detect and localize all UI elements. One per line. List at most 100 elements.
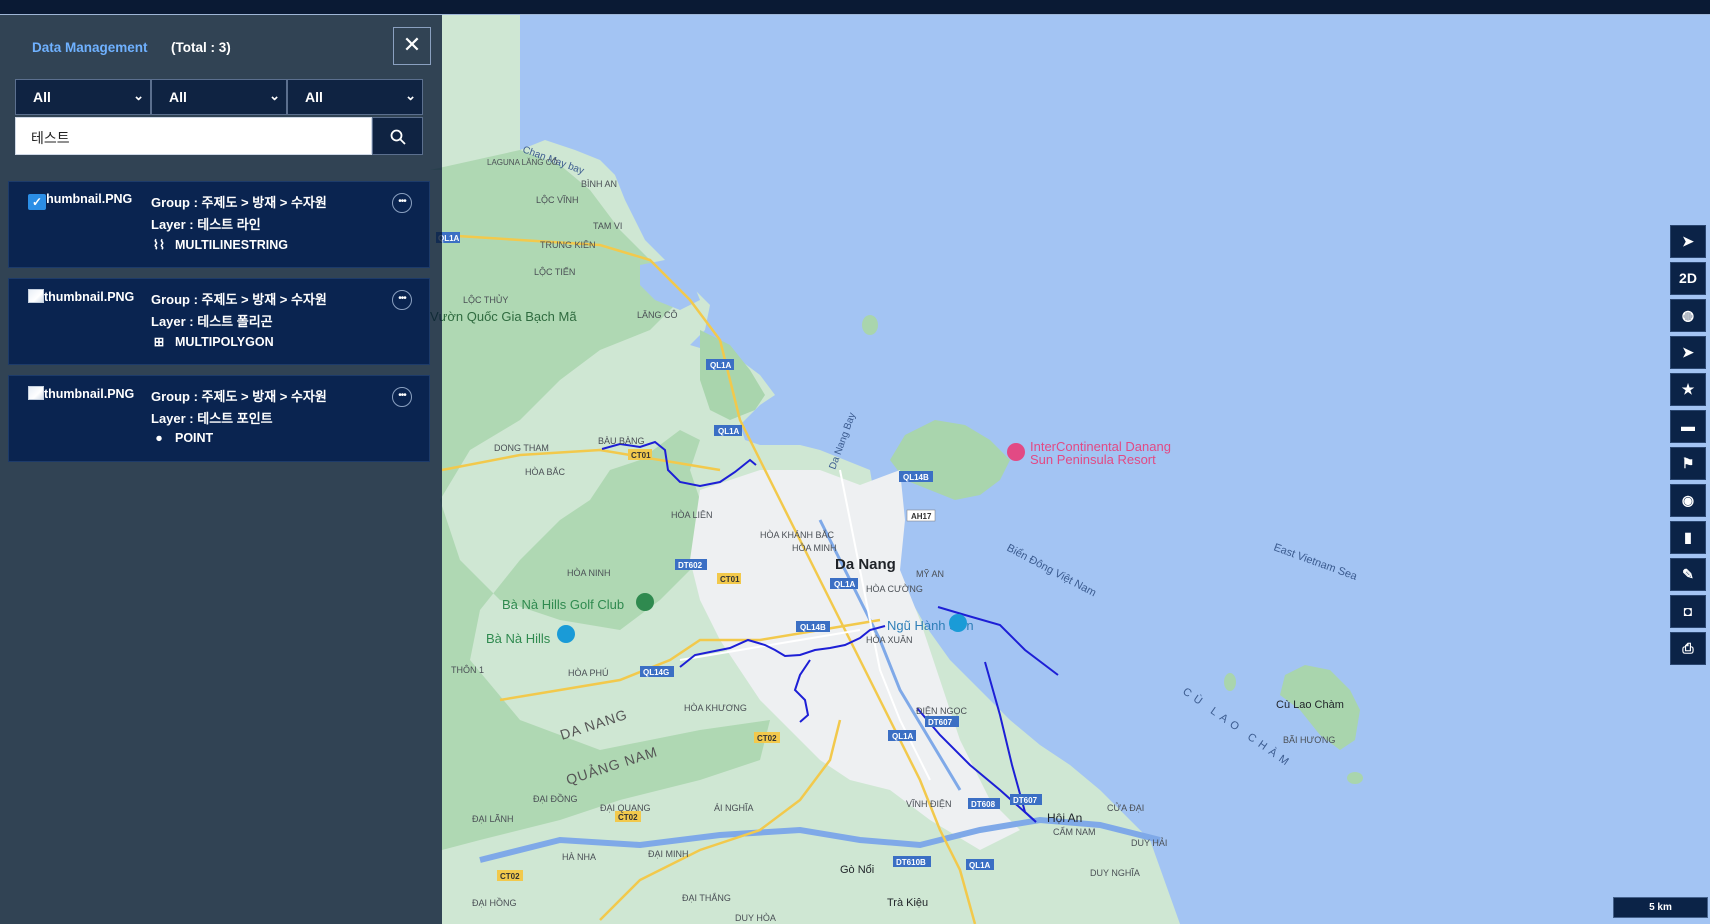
broken-image-icon (28, 289, 44, 303)
svg-text:TRUNG KIÊN: TRUNG KIÊN (540, 240, 596, 250)
svg-text:QL1A: QL1A (718, 427, 740, 436)
svg-text:DUY HẢI: DUY HẢI (1131, 837, 1167, 848)
data-item-card[interactable]: thumbnail.PNG Group : 주제도 > 방재 > 수자원 Lay… (8, 375, 430, 462)
close-button[interactable]: ✕ (393, 27, 431, 65)
svg-text:Bà Nà Hills Golf Club: Bà Nà Hills Golf Club (502, 597, 624, 612)
svg-text:QL14B: QL14B (903, 473, 929, 482)
svg-text:DT608: DT608 (971, 800, 996, 809)
compass-icon[interactable]: ➤ (1670, 225, 1706, 258)
svg-text:HÒA KHƯƠNG: HÒA KHƯƠNG (684, 703, 747, 713)
svg-text:LỘC VĨNH: LỘC VĨNH (536, 195, 579, 205)
data-item-card[interactable]: ✓thumbnail.PNG Group : 주제도 > 방재 > 수자원 La… (8, 181, 430, 268)
svg-text:CT01: CT01 (631, 451, 651, 460)
area-measure-icon[interactable]: ⚑ (1670, 447, 1706, 480)
svg-text:HÒA NINH: HÒA NINH (567, 568, 611, 578)
select-pointer-icon[interactable]: ➤ (1670, 336, 1706, 369)
svg-text:ĐẠI HỒNG: ĐẠI HỒNG (472, 897, 517, 908)
svg-text:HÀ NHA: HÀ NHA (562, 852, 596, 862)
svg-text:LĂNG CÔ: LĂNG CÔ (637, 310, 678, 320)
svg-text:BÌNH AN: BÌNH AN (581, 179, 617, 189)
svg-text:AH17: AH17 (911, 512, 932, 521)
favorite-star-icon[interactable]: ★ (1670, 373, 1706, 406)
svg-text:Vườn Quốc Gia Bạch Mã: Vườn Quốc Gia Bạch Mã (430, 309, 577, 324)
item-layer: Layer : 테스트 폴리곤 (151, 314, 273, 329)
search-icon (390, 129, 406, 145)
data-management-panel: Data Management (Total : 3) ✕ All ⌄ All … (0, 15, 442, 924)
2d-toggle-button[interactable]: 2D (1670, 262, 1706, 295)
search-button[interactable] (372, 117, 423, 155)
globe-icon[interactable]: ◍ (1670, 299, 1706, 332)
svg-text:HÒA XUÂN: HÒA XUÂN (866, 635, 913, 645)
svg-text:CT02: CT02 (618, 813, 638, 822)
svg-text:Da Nang: Da Nang (835, 556, 896, 573)
more-options-button[interactable]: ••• (392, 290, 412, 310)
svg-text:MỸ AN: MỸ AN (916, 569, 944, 579)
ruler-icon[interactable]: ▬ (1670, 410, 1706, 443)
attraction-marker-icon[interactable] (557, 625, 575, 643)
filter-select-2[interactable]: All ⌄ (151, 79, 287, 115)
edit-icon[interactable]: ✎ (1670, 558, 1706, 591)
svg-text:ĐẠI MINH: ĐẠI MINH (648, 849, 689, 859)
golf-marker-icon[interactable] (636, 593, 654, 611)
svg-text:DUY NGHĨA: DUY NGHĨA (1090, 868, 1140, 878)
checked-checkbox-icon[interactable]: ✓ (28, 194, 46, 210)
attraction-marker-icon[interactable] (949, 614, 967, 632)
thumbnail: thumbnail.PNG (28, 386, 134, 401)
data-item-card[interactable]: thumbnail.PNG Group : 주제도 > 방재 > 수자원 Lay… (8, 278, 430, 365)
svg-text:DT607: DT607 (1013, 796, 1038, 805)
hotel-marker-icon[interactable] (1007, 443, 1025, 461)
more-options-button[interactable]: ••• (392, 387, 412, 407)
thumbnail-alt-text: thumbnail.PNG (44, 290, 135, 304)
svg-text:ĐIỆN NGỌC: ĐIỆN NGỌC (916, 706, 968, 716)
print-icon[interactable]: ⎙ (1670, 632, 1706, 665)
panel-title: Data Management (32, 40, 148, 55)
svg-text:LỘC TIẾN: LỘC TIẾN (534, 267, 575, 277)
svg-text:Bà Nà Hills: Bà Nà Hills (486, 631, 551, 646)
radius-icon[interactable]: ◉ (1670, 484, 1706, 517)
search-input[interactable]: 테스트 (15, 117, 372, 155)
svg-text:QL1A: QL1A (710, 361, 732, 370)
svg-text:ÁI NGHĨA: ÁI NGHĨA (714, 803, 754, 813)
geometry-type-label: MULTIPOLYGON (175, 335, 274, 349)
panel-header: Data Management (Total : 3) ✕ (0, 15, 442, 80)
filter-select-3[interactable]: All ⌄ (287, 79, 423, 115)
item-geometry-type: ⌇⌇ MULTILINESTRING (151, 237, 288, 252)
thumbnail: ✓thumbnail.PNG (28, 192, 132, 210)
svg-text:QL14B: QL14B (800, 623, 826, 632)
svg-text:VĨNH ĐIỆN: VĨNH ĐIỆN (906, 799, 952, 809)
height-icon[interactable]: ▮ (1670, 521, 1706, 554)
broken-image-icon (28, 386, 44, 400)
filter-select-value: All (169, 89, 187, 105)
svg-text:DT610B: DT610B (896, 858, 926, 867)
item-group: Group : 주제도 > 방재 > 수자원 (151, 389, 327, 404)
camera-icon[interactable]: ◘ (1670, 595, 1706, 628)
svg-text:ĐẠI QUANG: ĐẠI QUANG (600, 803, 651, 813)
svg-text:HÒA LIÊN: HÒA LIÊN (671, 510, 713, 520)
item-group: Group : 주제도 > 방재 > 수자원 (151, 292, 327, 307)
svg-text:LAGUNA LĂNG CÔ: LAGUNA LĂNG CÔ (487, 158, 558, 167)
svg-text:CT02: CT02 (757, 734, 777, 743)
svg-text:DUY HÒA: DUY HÒA (735, 913, 776, 923)
svg-text:THÔN 1: THÔN 1 (451, 665, 484, 675)
svg-text:CỬA ĐẠI: CỬA ĐẠI (1107, 802, 1144, 813)
svg-text:TAM VI: TAM VI (593, 221, 622, 231)
svg-text:BÀU BÀNG: BÀU BÀNG (598, 436, 645, 446)
filter-select-1[interactable]: All ⌄ (15, 79, 151, 115)
svg-text:CT02: CT02 (500, 872, 520, 881)
svg-text:ĐẠI ĐỒNG: ĐẠI ĐỒNG (533, 793, 578, 804)
small-island (1224, 673, 1236, 691)
more-options-button[interactable]: ••• (392, 193, 412, 213)
svg-text:DONG THAM: DONG THAM (494, 443, 549, 453)
multipolygon-icon: ⊞ (153, 335, 165, 349)
svg-text:Cù Lao Chàm: Cù Lao Chàm (1276, 699, 1344, 711)
svg-text:QL1A: QL1A (892, 732, 914, 741)
filter-select-value: All (33, 89, 51, 105)
svg-text:HÒA PHÚ: HÒA PHÚ (568, 668, 609, 678)
svg-text:QL1A: QL1A (969, 861, 991, 870)
svg-text:Trà Kiệu: Trà Kiệu (887, 897, 928, 909)
svg-text:Sun Peninsula Resort: Sun Peninsula Resort (1030, 452, 1156, 467)
geometry-type-label: POINT (175, 431, 214, 445)
svg-text:Hội An: Hội An (1047, 811, 1082, 825)
svg-text:HÒA BẮC: HÒA BẮC (525, 467, 566, 477)
small-island (1347, 772, 1363, 784)
